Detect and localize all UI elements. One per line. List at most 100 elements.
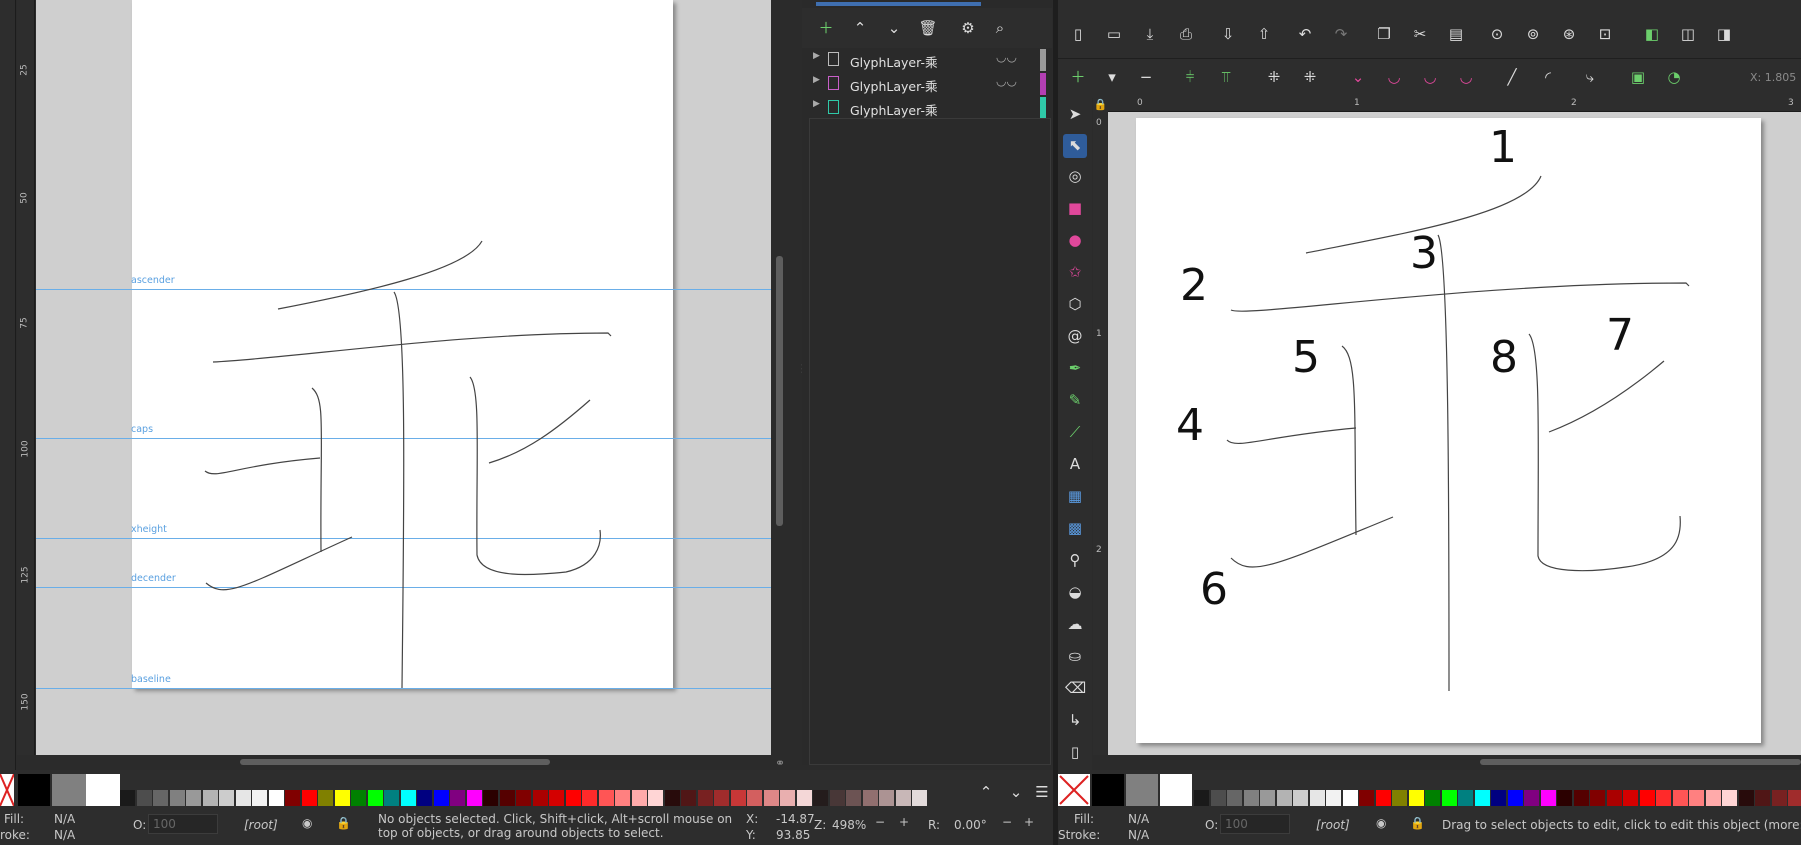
palette-swatch[interactable] [714,790,729,806]
3d-box-tool-icon[interactable]: ⬡ [1065,296,1085,312]
new-document-icon[interactable]: ▯ [1068,26,1088,42]
eye-icon[interactable]: ◉ [1376,816,1386,830]
palette-swatch[interactable] [499,790,515,806]
duplicate-icon[interactable]: ◧ [1642,26,1662,42]
palette-swatch[interactable] [483,790,498,806]
pages-tool-icon[interactable]: ▯ [1065,744,1085,760]
palette-swatch[interactable] [400,790,416,806]
opacity-input[interactable]: 100 [148,814,218,834]
no-paint-swatch[interactable] [0,773,15,807]
line-segment-icon[interactable]: ╱ [1502,69,1522,85]
gray-swatch[interactable] [52,774,86,806]
palette-swatch[interactable] [598,790,614,806]
dropper-tool-icon[interactable]: ⚲ [1065,552,1085,568]
palette-swatch[interactable] [549,790,564,806]
palette-swatch[interactable] [1342,790,1358,806]
palette-swatch[interactable] [829,790,845,806]
calligraphy-tool-icon[interactable]: ⟋ [1065,424,1085,440]
zoom-fit-icon[interactable]: ⊡ [1595,26,1615,42]
panel-resize-handle[interactable]: ⋮ [797,362,808,376]
palette-swatch[interactable] [631,790,647,806]
color-palette[interactable] [120,790,970,806]
palette-swatch[interactable] [1392,790,1407,806]
palette-swatch[interactable] [846,790,861,806]
palette-swatch[interactable] [1260,790,1275,806]
palette-swatch[interactable] [1227,790,1242,806]
layer-row[interactable]: ▶ GlyphLayer-乘 ◡◡ [810,73,1050,95]
white-swatch[interactable] [1160,774,1192,806]
palette-swatch[interactable] [780,790,795,806]
palette-swatch[interactable] [1359,790,1374,806]
palette-swatch[interactable] [730,790,746,806]
palette-swatch[interactable] [1210,790,1226,806]
palette-swatch[interactable] [186,790,201,806]
palette-swatch[interactable] [417,790,432,806]
dropdown-icon[interactable]: ▾ [1102,69,1122,85]
palette-swatch[interactable] [1276,790,1292,806]
palette-swatch[interactable] [1425,790,1440,806]
palette-swatch[interactable] [334,790,350,806]
palette-swatch[interactable] [1309,790,1325,806]
palette-swatch[interactable] [367,790,383,806]
palette-scroll-down-icon[interactable]: ⌄ [1006,784,1026,800]
glyph-strokes-right[interactable]: 1 [1136,118,1761,743]
no-paint-swatch[interactable] [1058,774,1090,806]
rectangle-tool-icon[interactable]: ■ [1065,200,1085,216]
search-icon[interactable]: ⌕ [990,20,1010,36]
palette-swatch[interactable] [318,790,333,806]
palette-swatch[interactable] [1441,790,1457,806]
palette-swatch[interactable] [697,790,713,806]
palette-swatch[interactable] [1672,790,1688,806]
node-tool-icon[interactable]: ⬉ [1063,134,1087,158]
palette-swatch[interactable] [879,790,894,806]
eraser-tool-icon[interactable]: ⌫ [1065,680,1086,696]
visibility-icon[interactable]: ◡◡ [996,50,1017,64]
spray-tool-icon[interactable]: ⛀ [1065,648,1085,664]
layer-dropdown[interactable]: [root] [1316,818,1350,832]
copy-icon[interactable]: ❐ [1374,26,1394,42]
join-segment-icon[interactable]: ⁜ [1264,69,1284,85]
palette-swatch[interactable] [532,790,548,806]
export-icon[interactable]: ⇧ [1254,26,1274,42]
text-tool-icon[interactable]: A [1065,456,1085,472]
glyph-strokes-left[interactable] [36,0,771,755]
left-vertical-scrollbar[interactable] [776,256,783,526]
clone-icon[interactable]: ◫ [1678,26,1698,42]
ellipse-tool-icon[interactable]: ● [1065,232,1085,248]
expand-arrow-icon[interactable]: ▶ [813,99,820,109]
palette-swatch[interactable] [664,790,680,806]
mesh-tool-icon[interactable]: ▩ [1065,520,1085,536]
shape-builder-icon[interactable]: ◎ [1065,168,1085,184]
palette-swatch[interactable] [1590,790,1605,806]
lock-icon[interactable]: 🔒 [336,816,351,830]
gear-icon[interactable]: ⚙ [958,20,978,36]
palette-swatch[interactable] [433,790,449,806]
zoom-drawing-icon[interactable]: ⊚ [1523,26,1543,42]
undo-icon[interactable]: ↶ [1295,26,1315,42]
palette-swatch[interactable] [1623,790,1638,806]
palette-swatch[interactable] [1458,790,1473,806]
palette-swatch[interactable] [648,790,663,806]
palette-swatch[interactable] [1243,790,1259,806]
open-folder-icon[interactable]: ▭ [1104,26,1124,42]
expand-arrow-icon[interactable]: ▶ [813,75,820,85]
palette-swatch[interactable] [582,790,597,806]
rotate-cw-icon[interactable]: + [1024,815,1034,829]
object-to-path-icon[interactable]: ⤷ [1580,69,1600,85]
pen-tool-icon[interactable]: ✒ [1065,360,1085,376]
palette-swatch[interactable] [1755,790,1770,806]
delete-layer-icon[interactable]: 🗑 [918,20,938,36]
palette-swatch[interactable] [1788,790,1801,806]
palette-swatch[interactable] [1194,790,1209,806]
palette-swatch[interactable] [202,790,218,806]
black-swatch[interactable] [18,774,50,806]
palette-swatch[interactable] [450,790,465,806]
palette-swatch[interactable] [1375,790,1391,806]
palette-swatch[interactable] [1326,790,1341,806]
palette-swatch[interactable] [565,790,581,806]
palette-swatch[interactable] [466,790,482,806]
curve-segment-icon[interactable]: ◜ [1538,69,1558,85]
import-icon[interactable]: ⇩ [1218,26,1238,42]
show-path-outline-icon[interactable]: ◔ [1664,69,1684,85]
unlink-clone-icon[interactable]: ◨ [1714,26,1734,42]
